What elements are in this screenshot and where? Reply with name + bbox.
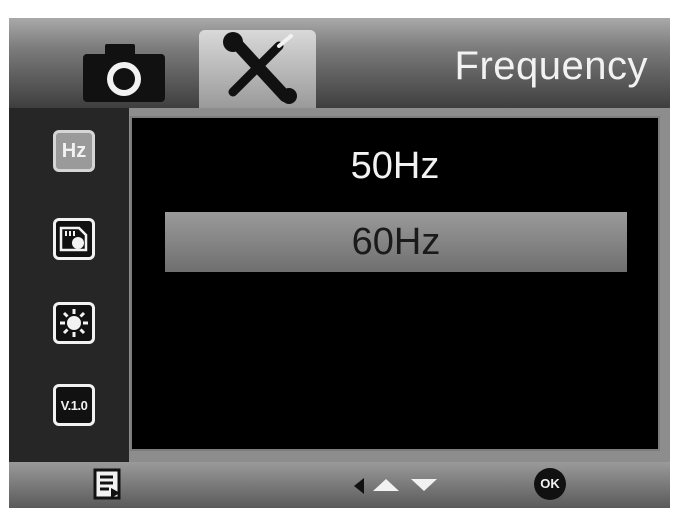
sidebar-item-brightness[interactable] [53,302,95,344]
sidebar-item-format[interactable] [53,218,95,260]
version-icon: V.1.0 [60,397,88,413]
camera-icon [83,44,165,102]
sidebar-item-frequency[interactable]: Hz [53,130,95,172]
settings-sidebar: Hz V.1.0 [9,108,129,462]
up-arrow-icon[interactable] [371,478,401,492]
option-panel: 50Hz 60Hz [130,116,660,451]
hz-icon: Hz [61,139,87,162]
option-60hz[interactable]: 60Hz [165,212,627,272]
bottom-bar: OK [9,462,670,508]
tab-settings[interactable] [199,30,316,108]
brightness-icon [60,309,88,337]
tools-icon [223,32,297,104]
camera-settings-screen: Frequency Hz V.1.0 50Hz 60Hz OK [9,18,670,508]
down-arrow-icon[interactable] [409,478,439,492]
screen-title: Frequency [454,44,648,88]
tab-camera[interactable] [81,40,167,104]
top-bar: Frequency [9,18,670,108]
format-card-icon [59,226,88,252]
option-50hz[interactable]: 50Hz [132,136,658,196]
sidebar-item-version[interactable]: V.1.0 [53,384,95,426]
ok-button[interactable]: OK [534,468,566,500]
left-arrow-icon[interactable] [353,477,365,495]
menu-icon[interactable] [93,468,123,500]
